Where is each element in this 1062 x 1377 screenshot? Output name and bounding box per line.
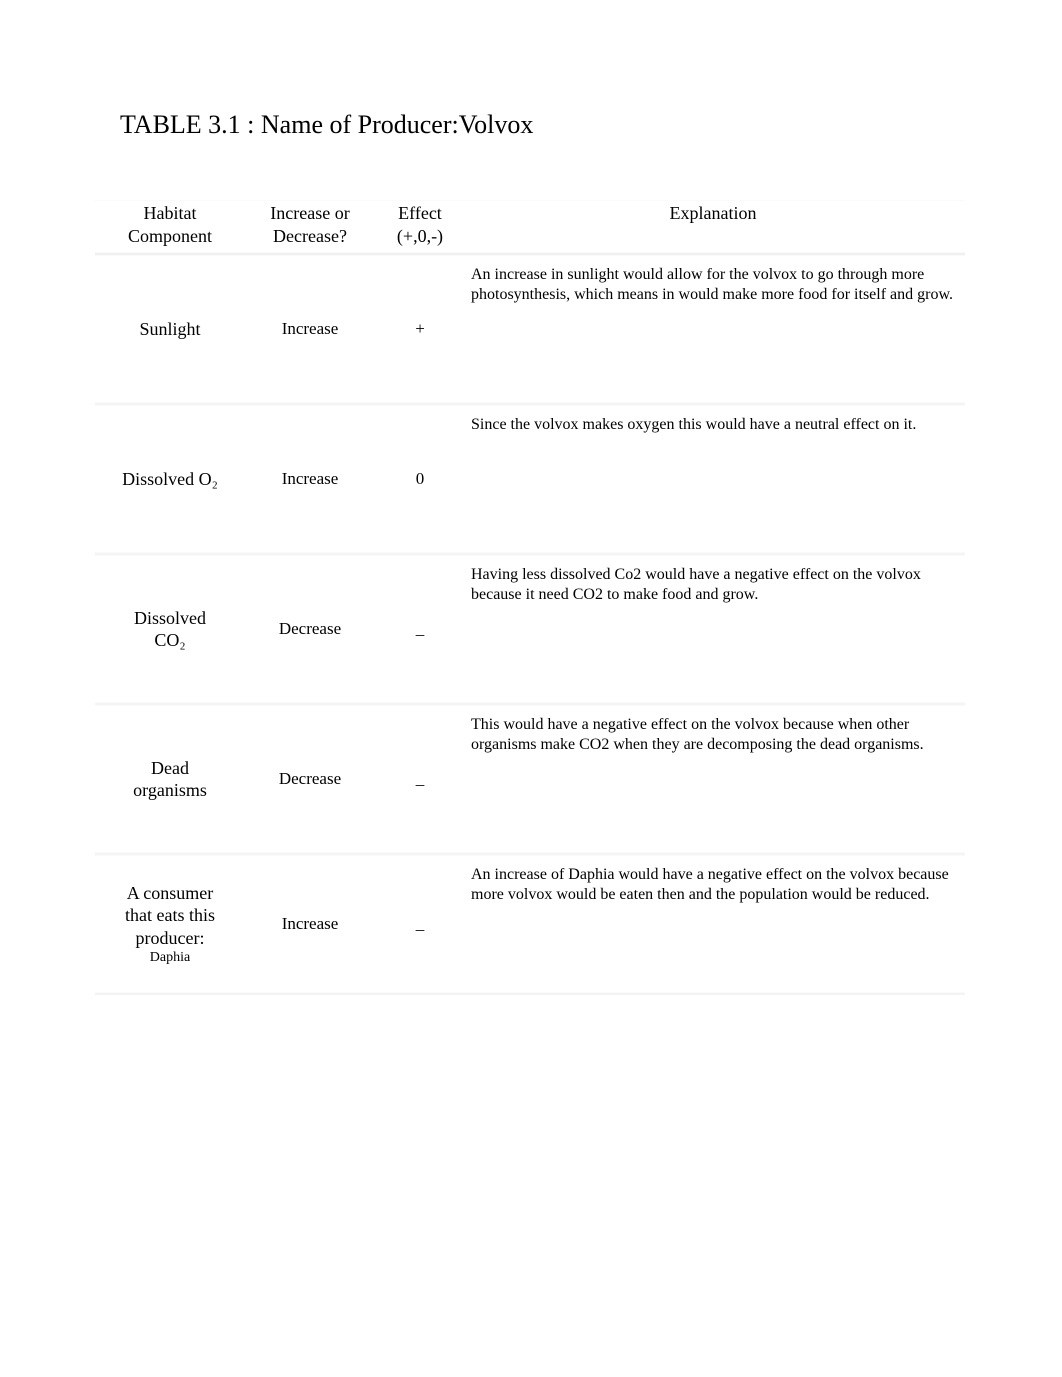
- cell-change: Decrease: [245, 555, 375, 703]
- habitat-label-l1: Dead: [151, 757, 189, 780]
- habitat-label-l4: Daphia: [150, 949, 190, 967]
- habitat-label-l1: Dissolved: [134, 607, 206, 630]
- cell-explanation: An increase in sunlight would allow for …: [465, 255, 965, 403]
- cell-habitat: Dissolved CO₂: [95, 555, 245, 703]
- table-header-row: Habitat Component Increase or Decrease? …: [95, 200, 965, 255]
- habitat-label-l2: that eats this: [125, 904, 215, 927]
- header-habitat: Habitat Component: [95, 200, 245, 253]
- header-change-l1: Increase or: [270, 202, 349, 225]
- header-change-l2: Decrease?: [273, 225, 347, 248]
- habitat-label: Dissolved O₂: [122, 468, 218, 491]
- header-effect: Effect (+,0,-): [375, 200, 465, 253]
- data-table: Habitat Component Increase or Decrease? …: [95, 200, 965, 995]
- cell-effect: _: [375, 705, 465, 853]
- cell-change: Increase: [245, 255, 375, 403]
- cell-explanation: An increase of Daphia would have a negat…: [465, 855, 965, 993]
- cell-explanation: Having less dissolved Co2 would have a n…: [465, 555, 965, 703]
- table-row: Sunlight Increase + An increase in sunli…: [95, 255, 965, 405]
- cell-habitat: Dissolved O₂: [95, 405, 245, 553]
- habitat-label-l2: CO₂: [154, 629, 185, 652]
- cell-habitat: Sunlight: [95, 255, 245, 403]
- header-habitat-l1: Habitat: [144, 202, 197, 225]
- habitat-label: Sunlight: [139, 318, 200, 341]
- table-row: Dead organisms Decrease _ This would hav…: [95, 705, 965, 855]
- cell-habitat: Dead organisms: [95, 705, 245, 853]
- cell-effect: _: [375, 555, 465, 703]
- page-title: TABLE 3.1 : Name of Producer:Volvox: [120, 110, 1002, 140]
- habitat-label-l1: A consumer: [127, 882, 213, 905]
- header-explanation: Explanation: [465, 200, 965, 253]
- habitat-label-l2: organisms: [133, 779, 207, 802]
- cell-explanation: This would have a negative effect on the…: [465, 705, 965, 853]
- habitat-label-l3: producer:: [136, 927, 205, 950]
- cell-change: Decrease: [245, 705, 375, 853]
- cell-effect: +: [375, 255, 465, 403]
- cell-effect: _: [375, 855, 465, 993]
- header-explanation-label: Explanation: [670, 202, 757, 225]
- cell-habitat: A consumer that eats this producer: Daph…: [95, 855, 245, 993]
- header-effect-l2: (+,0,-): [397, 225, 443, 248]
- cell-change: Increase: [245, 855, 375, 993]
- cell-change: Increase: [245, 405, 375, 553]
- header-change: Increase or Decrease?: [245, 200, 375, 253]
- cell-explanation: Since the volvox makes oxygen this would…: [465, 405, 965, 553]
- table-row: A consumer that eats this producer: Daph…: [95, 855, 965, 995]
- table-row: Dissolved O₂ Increase 0 Since the volvox…: [95, 405, 965, 555]
- header-habitat-l2: Component: [128, 225, 212, 248]
- table-row: Dissolved CO₂ Decrease _ Having less dis…: [95, 555, 965, 705]
- header-effect-l1: Effect: [398, 202, 442, 225]
- cell-effect: 0: [375, 405, 465, 553]
